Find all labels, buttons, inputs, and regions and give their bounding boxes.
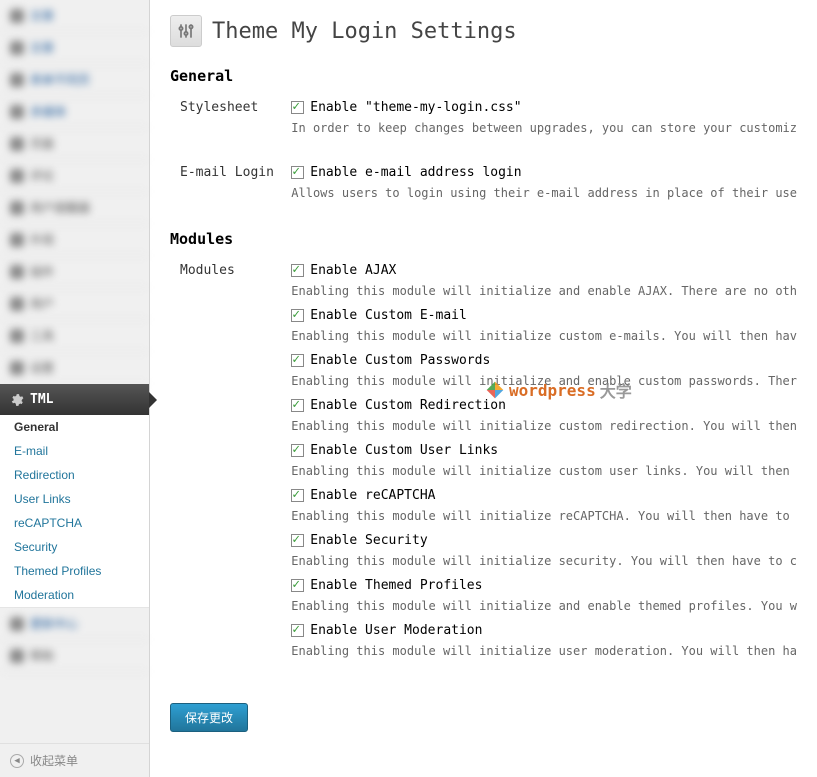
sidebar-subitem-security[interactable]: Security <box>0 535 149 559</box>
module-block: Enable Custom Passwords Enabling this mod… <box>291 353 797 388</box>
sidebar-item-blurred[interactable]: 工具 <box>0 320 149 352</box>
module-block: Enable Custom Redirection Enabling this m… <box>291 398 797 433</box>
module-label: Enable Custom User Links <box>310 443 498 458</box>
stylesheet-checkbox[interactable] <box>291 101 304 114</box>
module-checkbox[interactable] <box>291 579 304 592</box>
module-checkbox[interactable] <box>291 399 304 412</box>
field-row-email-login: E-mail Login Enable e-mail address login… <box>170 165 797 210</box>
sidebar-item-blurred[interactable]: 用户提醒器 <box>0 192 149 224</box>
sidebar-active-label: TML <box>30 392 53 407</box>
module-checkbox[interactable] <box>291 309 304 322</box>
field-description: Allows users to login using their e-mail… <box>291 186 797 200</box>
gear-icon <box>10 393 24 407</box>
sidebar-item-blurred[interactable]: 文章 <box>0 32 149 64</box>
admin-sidebar: 文章 文章 表单不同页 多媒体 页面 评论 用户提醒器 外观 插件 用户 工具 … <box>0 0 150 777</box>
page-header: Theme My Login Settings <box>170 15 797 47</box>
module-block: Enable Custom User Links Enabling this mo… <box>291 443 797 478</box>
collapse-menu-button[interactable]: ◀ 收起菜单 <box>0 743 149 777</box>
module-checkbox[interactable] <box>291 489 304 502</box>
module-block: Enable User Moderation Enabling this modu… <box>291 623 797 658</box>
field-label: Modules <box>170 263 291 668</box>
sidebar-item-blurred[interactable]: 用户 <box>0 288 149 320</box>
field-label: Stylesheet <box>170 100 291 145</box>
sidebar-subitem-redirection[interactable]: Redirection <box>0 463 149 487</box>
section-heading-modules: Modules <box>170 230 797 248</box>
sidebar-subitem-general[interactable]: General <box>0 415 149 439</box>
module-block: Enable reCAPTCHA Enabling this module wil… <box>291 488 797 523</box>
section-heading-general: General <box>170 67 797 85</box>
module-description: Enabling this module will initialize cus… <box>291 419 797 433</box>
module-description: Enabling this module will initialize use… <box>291 644 797 658</box>
checkbox-label: Enable e-mail address login <box>310 165 521 180</box>
module-block: Enable Security Enabling this module will… <box>291 533 797 568</box>
field-label: E-mail Login <box>170 165 291 210</box>
main-content: Theme My Login Settings General Styleshe… <box>150 0 817 777</box>
module-label: Enable reCAPTCHA <box>310 488 435 503</box>
sidebar-item-blurred[interactable]: 设置 <box>0 352 149 384</box>
email-login-checkbox[interactable] <box>291 166 304 179</box>
sidebar-item-blurred[interactable]: 页面 <box>0 128 149 160</box>
sidebar-subitem-e-mail[interactable]: E-mail <box>0 439 149 463</box>
collapse-icon: ◀ <box>10 754 24 768</box>
module-label: Enable Themed Profiles <box>310 578 482 593</box>
save-button[interactable]: 保存更改 <box>170 703 248 732</box>
sidebar-item-blurred[interactable]: 帮助 <box>0 640 149 672</box>
sidebar-subitem-user-links[interactable]: User Links <box>0 487 149 511</box>
sidebar-item-blurred[interactable]: 表单不同页 <box>0 64 149 96</box>
sidebar-item-blurred[interactable]: 插件 <box>0 256 149 288</box>
sliders-icon <box>170 15 202 47</box>
module-label: Enable Security <box>310 533 427 548</box>
sidebar-item-blurred[interactable]: 外观 <box>0 224 149 256</box>
sidebar-subitem-recaptcha[interactable]: reCAPTCHA <box>0 511 149 535</box>
sidebar-item-blurred[interactable]: 多媒体 <box>0 96 149 128</box>
module-checkbox[interactable] <box>291 624 304 637</box>
module-label: Enable Custom E-mail <box>310 308 467 323</box>
module-description: Enabling this module will initialize reC… <box>291 509 797 523</box>
module-block: Enable Themed Profiles Enabling this modu… <box>291 578 797 613</box>
checkbox-label: Enable "theme-my-login.css" <box>310 100 521 115</box>
sidebar-item-blurred[interactable]: 更新中心 <box>0 608 149 640</box>
module-label: Enable Custom Passwords <box>310 353 490 368</box>
module-checkbox[interactable] <box>291 354 304 367</box>
field-row-modules: Modules Enable AJAX Enabling this module … <box>170 263 797 668</box>
module-description: Enabling this module will initialize cus… <box>291 464 797 478</box>
module-description: Enabling this module will initialize cus… <box>291 329 797 343</box>
sidebar-item-tml-active[interactable]: TML <box>0 384 149 415</box>
module-checkbox[interactable] <box>291 534 304 547</box>
module-description: Enabling this module will initialize and… <box>291 599 797 613</box>
module-description: Enabling this module will initialize and… <box>291 374 797 388</box>
sidebar-submenu: GeneralE-mailRedirectionUser LinksreCAPT… <box>0 415 149 608</box>
module-description: Enabling this module will initialize and… <box>291 284 797 298</box>
module-label: Enable Custom Redirection <box>310 398 506 413</box>
sidebar-item-blurred[interactable]: 文章 <box>0 0 149 32</box>
sidebar-subitem-themed-profiles[interactable]: Themed Profiles <box>0 559 149 583</box>
collapse-label: 收起菜单 <box>30 752 78 769</box>
page-title: Theme My Login Settings <box>212 19 517 44</box>
module-label: Enable User Moderation <box>310 623 482 638</box>
sidebar-subitem-moderation[interactable]: Moderation <box>0 583 149 607</box>
field-row-stylesheet: Stylesheet Enable "theme-my-login.css" I… <box>170 100 797 145</box>
module-label: Enable AJAX <box>310 263 396 278</box>
sidebar-item-blurred[interactable]: 评论 <box>0 160 149 192</box>
field-description: In order to keep changes between upgrade… <box>291 121 797 135</box>
module-block: Enable AJAX Enabling this module will ini… <box>291 263 797 298</box>
module-checkbox[interactable] <box>291 444 304 457</box>
module-description: Enabling this module will initialize sec… <box>291 554 797 568</box>
module-checkbox[interactable] <box>291 264 304 277</box>
module-block: Enable Custom E-mail Enabling this module… <box>291 308 797 343</box>
